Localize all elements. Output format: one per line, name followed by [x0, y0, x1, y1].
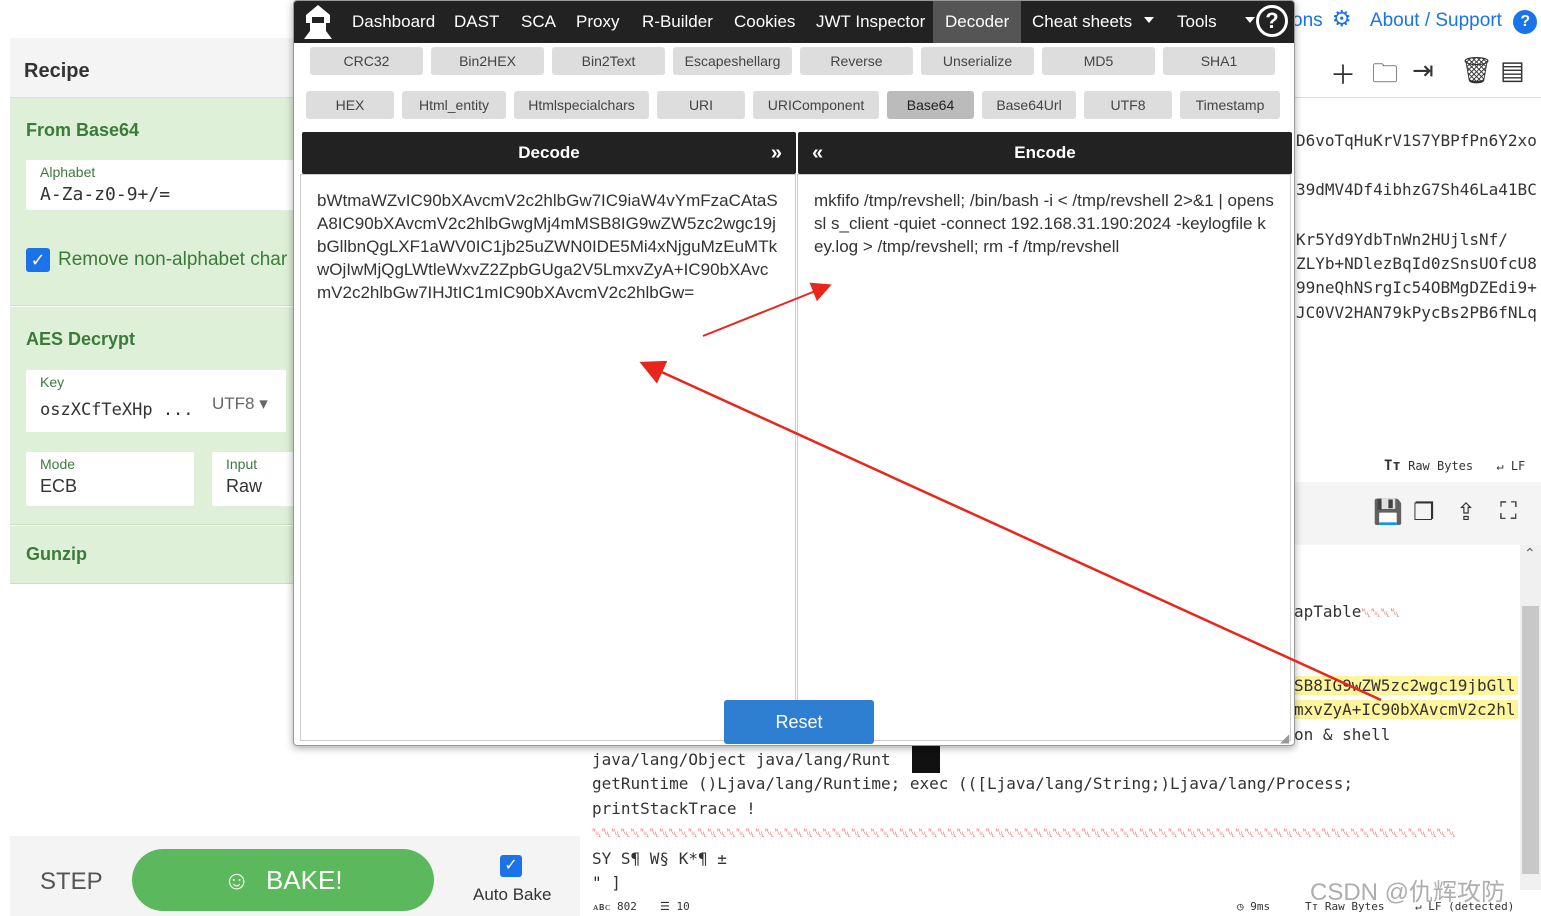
annotation-arrow — [702, 282, 832, 337]
annotation-arrows — [639, 282, 1382, 702]
annotation-arrow — [639, 360, 1382, 702]
